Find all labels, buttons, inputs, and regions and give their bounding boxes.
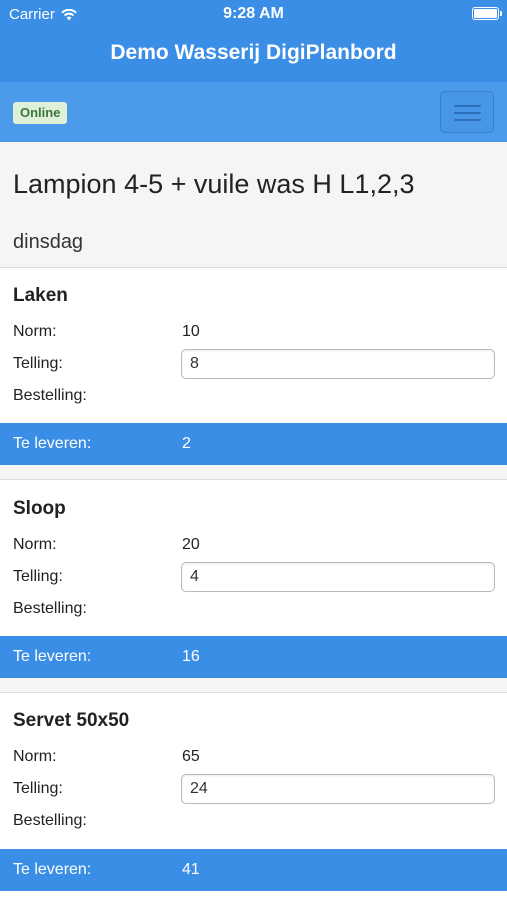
item-name: Laken: [13, 285, 68, 306]
deliver-label: Te leveren:: [13, 861, 92, 878]
battery-icon: [472, 7, 502, 20]
ios-status-bar: Carrier 9:28 AM: [0, 0, 507, 28]
norm-label: Norm:: [13, 536, 57, 553]
deliver-value: 2: [182, 435, 191, 452]
page-title: Lampion 4-5 + vuile was H L1,2,3: [13, 169, 415, 199]
count-input[interactable]: [181, 774, 495, 804]
menu-toggle-button[interactable]: [440, 91, 494, 133]
hamburger-menu-icon: [454, 112, 481, 114]
hamburger-menu-icon: [454, 105, 481, 107]
norm-value: 20: [182, 536, 200, 553]
item-card: Sloop Norm: 20 Telling: Bestelling: Te l…: [0, 481, 507, 693]
deliver-value: 41: [182, 861, 200, 878]
item-card: Laken Norm: 10 Telling: Bestelling: Te l…: [0, 268, 507, 480]
deliver-bar: Te leveren: 41: [0, 849, 507, 891]
deliver-value: 16: [182, 648, 200, 665]
page-header: Lampion 4-5 + vuile was H L1,2,3 dinsdag: [0, 142, 507, 268]
order-label: Bestelling:: [13, 600, 87, 617]
day-label: dinsdag: [13, 231, 84, 253]
norm-value: 10: [182, 323, 200, 340]
card-separator: [0, 678, 507, 693]
count-label: Telling:: [13, 568, 63, 585]
hamburger-menu-icon: [454, 119, 481, 121]
norm-label: Norm:: [13, 748, 57, 765]
app-title: Demo Wasserij DigiPlanbord: [0, 28, 507, 82]
norm-value: 65: [182, 748, 200, 765]
deliver-label: Te leveren:: [13, 648, 92, 665]
norm-label: Norm:: [13, 323, 57, 340]
count-label: Telling:: [13, 355, 63, 372]
item-name: Sloop: [13, 498, 66, 519]
item-name: Servet 50x50: [13, 710, 130, 731]
deliver-bar: Te leveren: 2: [0, 423, 507, 465]
deliver-bar: Te leveren: 16: [0, 636, 507, 678]
card-separator: [0, 465, 507, 480]
count-label: Telling:: [13, 780, 63, 797]
count-input[interactable]: [181, 349, 495, 379]
deliver-label: Te leveren:: [13, 435, 92, 452]
order-label: Bestelling:: [13, 387, 87, 404]
item-card: Servet 50x50 Norm: 65 Telling: Bestellin…: [0, 693, 507, 900]
status-time: 9:28 AM: [223, 5, 284, 22]
count-input[interactable]: [181, 562, 495, 592]
status-badge: Online: [13, 102, 68, 124]
navbar: Online: [0, 82, 507, 142]
order-label: Bestelling:: [13, 812, 87, 829]
